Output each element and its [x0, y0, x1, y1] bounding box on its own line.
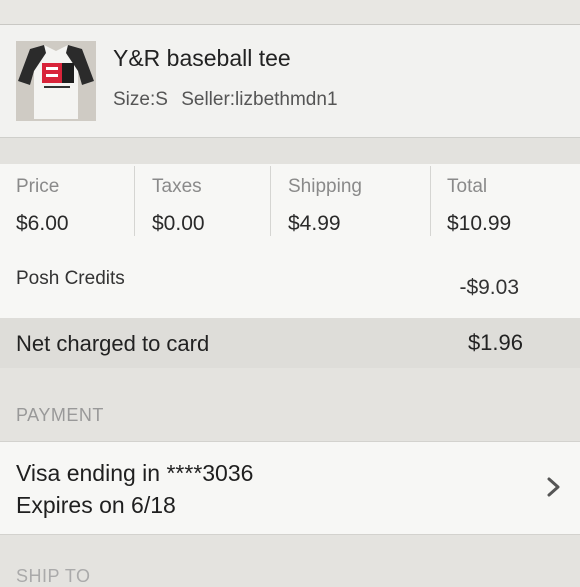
column-divider: [134, 166, 135, 236]
total-value: $10.99: [447, 212, 512, 235]
column-divider: [270, 166, 271, 236]
net-charged-value: $1.96: [467, 330, 523, 355]
price-value: $6.00: [16, 212, 69, 235]
taxes-label: Taxes: [152, 176, 202, 197]
chevron-right-icon[interactable]: [544, 475, 564, 499]
payment-method-row[interactable]: Visa ending in ****3036 Expires on 6/18: [0, 441, 580, 535]
product-meta: Size:S Seller:lizbethmdn1: [113, 89, 338, 111]
payment-section-header: PAYMENT: [16, 405, 104, 425]
net-charged-row: Net charged to card $1.96: [0, 318, 580, 368]
card-ending-text: Visa ending in ****3036: [16, 460, 254, 486]
total-label: Total: [447, 176, 488, 197]
shipping-label: Shipping: [288, 176, 362, 197]
product-title: Y&R baseball tee: [113, 45, 291, 71]
card-expiry-text: Expires on 6/18: [16, 492, 176, 518]
product-thumbnail[interactable]: [16, 41, 96, 121]
shipping-value: $4.99: [288, 212, 341, 235]
product-seller[interactable]: Seller:lizbethmdn1: [181, 89, 337, 110]
price-label: Price: [16, 176, 60, 197]
posh-credits-label: Posh Credits: [16, 268, 125, 289]
ship-to-section-header: SHIP TO: [16, 566, 91, 586]
tee-shirt-photo-icon: [16, 41, 96, 121]
taxes-value: $0.00: [152, 212, 205, 235]
column-divider: [430, 166, 431, 236]
order-summary: Price $6.00 Taxes $0.00 Shipping $4.99 T…: [0, 164, 580, 318]
net-charged-label: Net charged to card: [16, 331, 210, 356]
section-gap: [0, 138, 580, 164]
top-strip: [0, 0, 580, 25]
product-size: Size:S: [113, 89, 168, 110]
posh-credits-value: -$9.03: [459, 276, 519, 299]
product-card[interactable]: Y&R baseball tee Size:S Seller:lizbethmd…: [0, 25, 580, 138]
